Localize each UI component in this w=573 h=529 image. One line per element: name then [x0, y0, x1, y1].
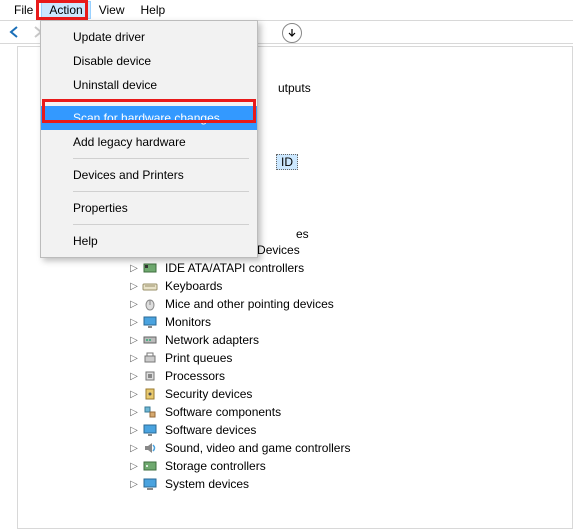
- tree-label: System devices: [163, 477, 251, 491]
- keyboard-icon: [142, 278, 158, 294]
- tree-label: Sound, video and game controllers: [163, 441, 352, 455]
- expand-icon[interactable]: ▷: [128, 460, 140, 472]
- monitor-icon: [142, 314, 158, 330]
- menu-help[interactable]: Help: [133, 1, 174, 19]
- expand-icon[interactable]: ▷: [128, 424, 140, 436]
- expand-icon[interactable]: ▷: [128, 370, 140, 382]
- ide-icon: [142, 260, 158, 276]
- menu-disable-device[interactable]: Disable device: [41, 49, 257, 73]
- tree-row-keyboards[interactable]: ▷ Keyboards: [18, 277, 572, 295]
- expand-icon[interactable]: ▷: [128, 478, 140, 490]
- cpu-icon: [142, 368, 158, 384]
- tree-row-swcomponents[interactable]: ▷ Software components: [18, 403, 572, 421]
- tree-row-processors[interactable]: ▷ Processors: [18, 367, 572, 385]
- tree-label: Software devices: [163, 423, 258, 437]
- menu-separator: [73, 101, 249, 102]
- expand-icon[interactable]: ▷: [128, 352, 140, 364]
- menu-separator: [73, 224, 249, 225]
- tree-label: Network adapters: [163, 333, 261, 347]
- tree-label: IDE ATA/ATAPI controllers: [163, 261, 306, 275]
- expand-icon[interactable]: ▷: [128, 298, 140, 310]
- software-devices-icon: [142, 422, 158, 438]
- mouse-icon: [142, 296, 158, 312]
- tree-row-network[interactable]: ▷ Network adapters: [18, 331, 572, 349]
- menu-help[interactable]: Help: [41, 229, 257, 253]
- menu-separator: [73, 191, 249, 192]
- menu-properties[interactable]: Properties: [41, 196, 257, 220]
- tree-label: Keyboards: [163, 279, 224, 293]
- storage-icon: [142, 458, 158, 474]
- action-dropdown: Update driver Disable device Uninstall d…: [40, 20, 258, 258]
- down-arrow-icon: [287, 28, 297, 38]
- menubar: File Action View Help: [0, 0, 573, 20]
- software-components-icon: [142, 404, 158, 420]
- expand-icon[interactable]: ▷: [128, 334, 140, 346]
- expand-icon[interactable]: ▷: [128, 262, 140, 274]
- toolbar-refresh[interactable]: [282, 23, 302, 43]
- tree-row-swdevices[interactable]: ▷ Software devices: [18, 421, 572, 439]
- tree-label: Monitors: [163, 315, 213, 329]
- tree-row-security[interactable]: ▷ Security devices: [18, 385, 572, 403]
- tree-label: Processors: [163, 369, 227, 383]
- tree-peek-selected: ID: [276, 154, 298, 170]
- sound-icon: [142, 440, 158, 456]
- menu-file[interactable]: File: [6, 1, 41, 19]
- expand-icon[interactable]: ▷: [128, 316, 140, 328]
- tree-label: Print queues: [163, 351, 234, 365]
- tree-row-printqueues[interactable]: ▷ Print queues: [18, 349, 572, 367]
- tree-peek-outputs: utputs: [278, 81, 311, 95]
- expand-icon[interactable]: ▷: [128, 442, 140, 454]
- menu-scan-hardware[interactable]: Scan for hardware changes: [41, 106, 257, 130]
- tree-label: Mice and other pointing devices: [163, 297, 336, 311]
- tree-label: Storage controllers: [163, 459, 268, 473]
- expand-icon[interactable]: ▷: [128, 280, 140, 292]
- expand-icon[interactable]: ▷: [128, 406, 140, 418]
- network-icon: [142, 332, 158, 348]
- expand-icon[interactable]: ▷: [128, 388, 140, 400]
- tree-label: Software components: [163, 405, 283, 419]
- printer-icon: [142, 350, 158, 366]
- back-button[interactable]: [6, 23, 24, 41]
- tree-row-system[interactable]: ▷ System devices: [18, 475, 572, 493]
- menu-update-driver[interactable]: Update driver: [41, 25, 257, 49]
- tree-row-monitors[interactable]: ▷ Monitors: [18, 313, 572, 331]
- tree-label: Security devices: [163, 387, 254, 401]
- menu-view[interactable]: View: [91, 1, 133, 19]
- tree-row-storage[interactable]: ▷ Storage controllers: [18, 457, 572, 475]
- menu-uninstall-device[interactable]: Uninstall device: [41, 73, 257, 97]
- menu-separator: [73, 158, 249, 159]
- security-icon: [142, 386, 158, 402]
- tree-row-mice[interactable]: ▷ Mice and other pointing devices: [18, 295, 572, 313]
- menu-action[interactable]: Action: [41, 1, 90, 19]
- tree-row-ide[interactable]: ▷ IDE ATA/ATAPI controllers: [18, 259, 572, 277]
- menu-devices-printers[interactable]: Devices and Printers: [41, 163, 257, 187]
- system-icon: [142, 476, 158, 492]
- arrow-left-icon: [8, 25, 22, 39]
- tree-row-sound[interactable]: ▷ Sound, video and game controllers: [18, 439, 572, 457]
- menu-add-legacy[interactable]: Add legacy hardware: [41, 130, 257, 154]
